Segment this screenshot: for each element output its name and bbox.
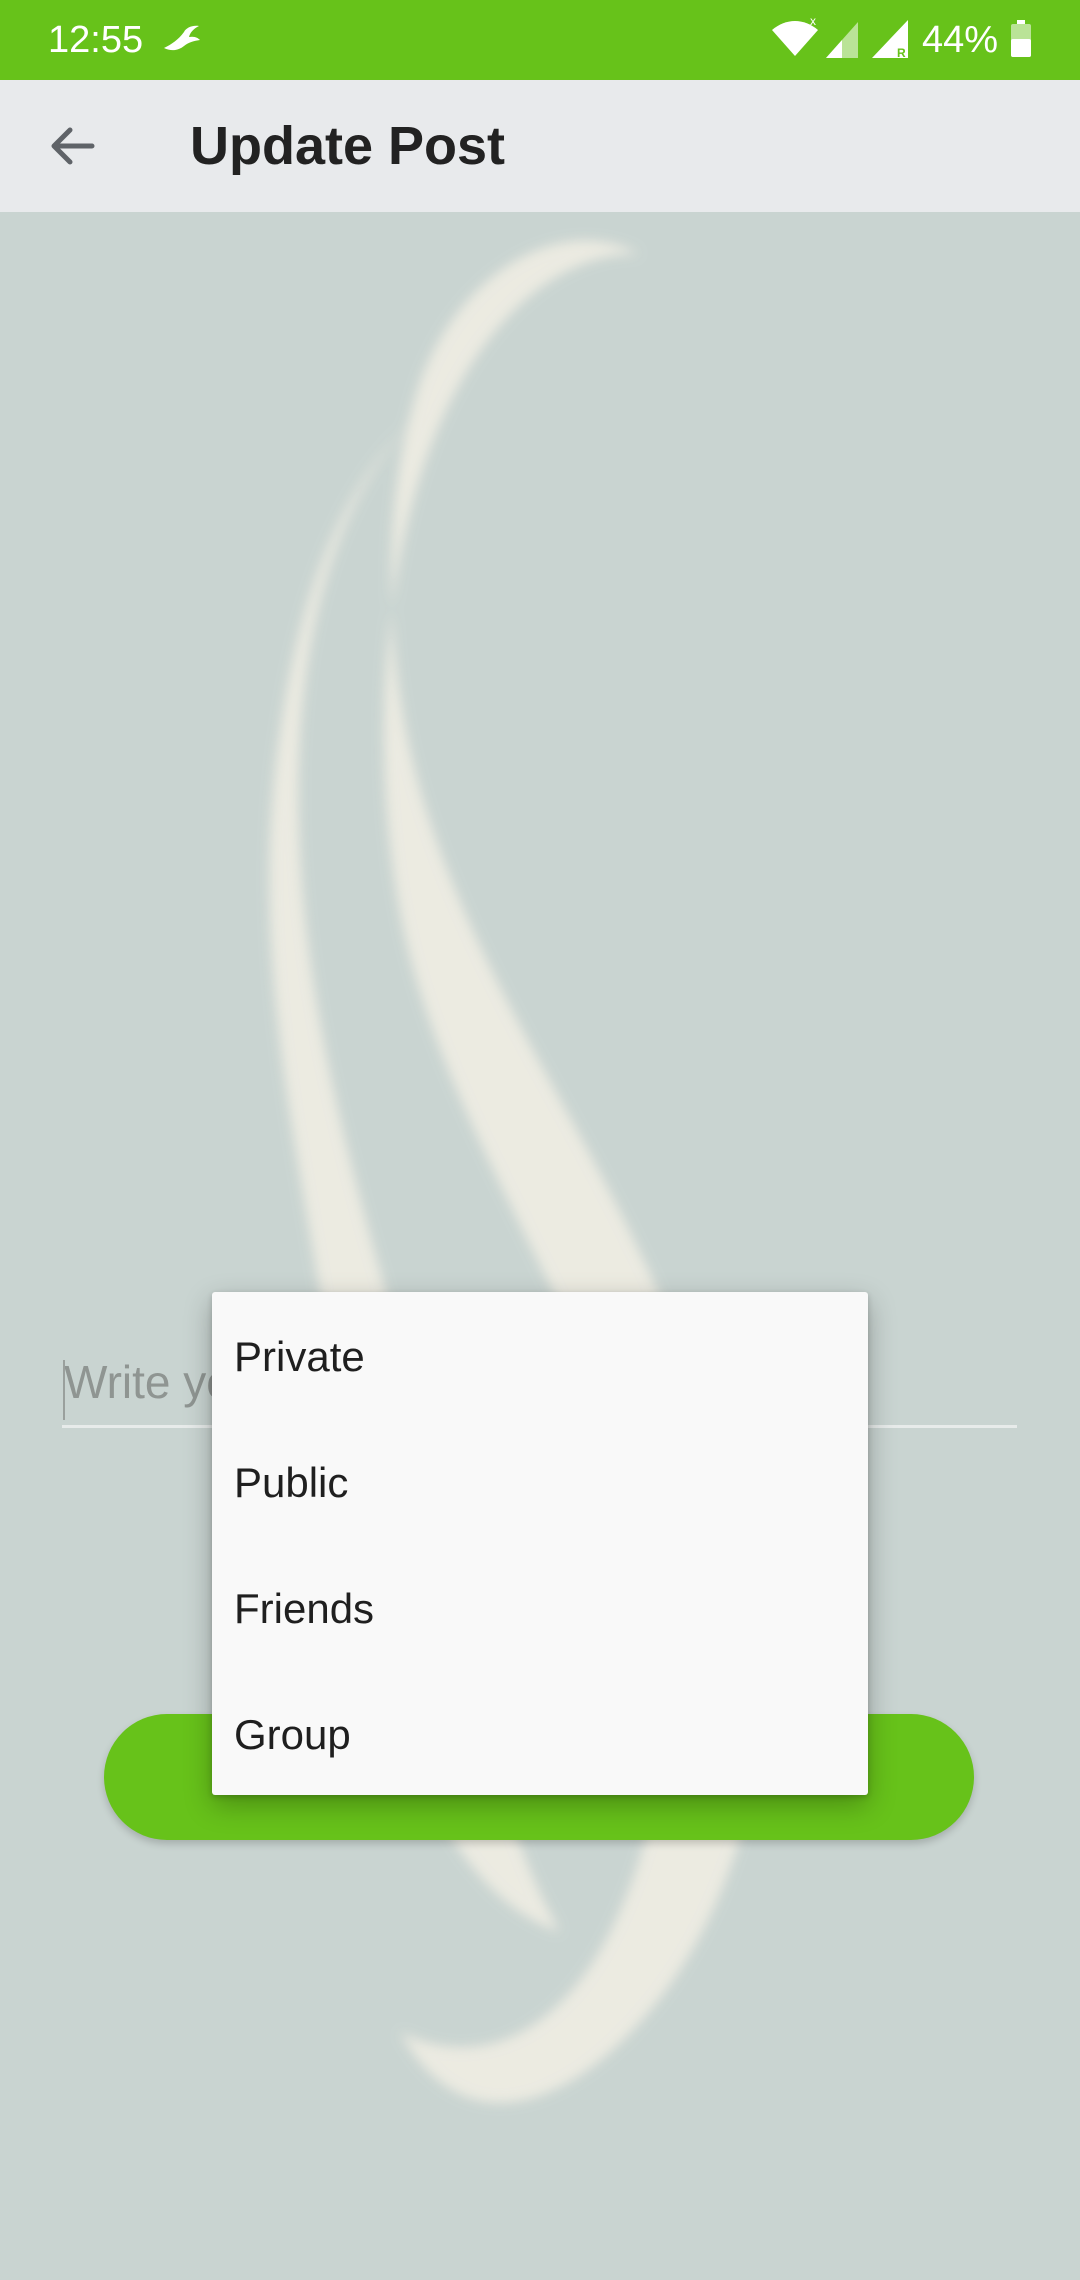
text-cursor	[63, 1360, 65, 1420]
bird-icon	[164, 25, 200, 51]
battery-icon	[1011, 20, 1031, 57]
signal-roaming-icon: R	[872, 20, 908, 60]
back-button[interactable]	[28, 102, 116, 190]
svg-text:R: R	[897, 46, 906, 60]
status-bar: 12:55 x R 44%	[0, 0, 1080, 80]
battery-percent: 44%	[922, 19, 999, 61]
post-editor-content	[0, 212, 1080, 2280]
wifi-icon: x	[772, 16, 818, 56]
svg-text:x: x	[810, 16, 816, 28]
menu-item-friends[interactable]: Friends	[212, 1546, 868, 1672]
menu-item-public[interactable]: Public	[212, 1420, 868, 1546]
page-title: Update Post	[190, 116, 506, 176]
status-time: 12:55	[48, 19, 144, 61]
menu-item-private[interactable]: Private	[212, 1294, 868, 1420]
signal-icon	[826, 22, 858, 58]
privacy-dropdown-menu: Private Public Friends Group	[212, 1292, 868, 1795]
arrow-back-icon	[51, 127, 95, 165]
menu-item-group[interactable]: Group	[212, 1672, 868, 1798]
flame-logo-background	[269, 240, 765, 2103]
app-bar: Update Post	[0, 80, 1080, 212]
